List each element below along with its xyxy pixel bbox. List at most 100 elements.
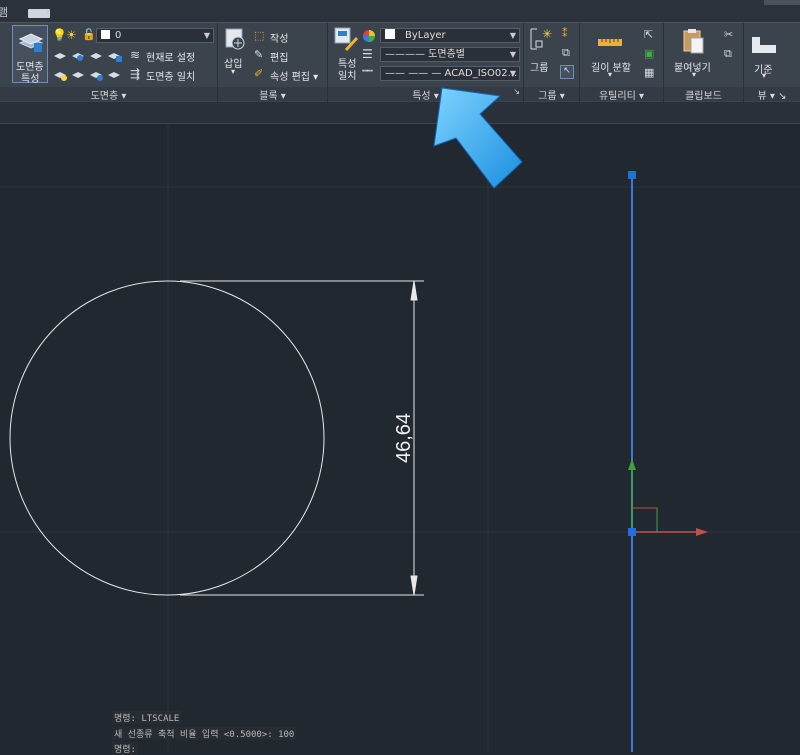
copy-icon[interactable]: ⧉ [724,47,732,61]
sun-icon[interactable]: ☀ [66,28,77,42]
ungroup-icon[interactable]: ⁑ [562,27,568,40]
layer-panel: 도면층 특성 💡 ☀ 🔓 0 ▼ ≋ 현재로 설정 ⇶ 도면층 일치 도면층 ▾ [0,23,218,103]
edit-attributes-text: 속성 편집 [270,72,310,83]
layer-tools-row-1[interactable] [52,47,132,63]
chevron-down-icon: ▾ [692,70,697,79]
annotation-arrow-icon [433,87,523,189]
block-panel-title[interactable]: 블록 ▾ [218,87,327,102]
lineweight-combo-value: ———— 도면층별 [385,49,465,60]
select-all-icon[interactable]: ▣ [644,47,654,60]
layer-color-swatch [101,30,110,39]
group-label: 그룹 [530,63,549,74]
chevron-down-icon: ▼ [509,31,516,40]
color-combo-value: ByLayer [405,30,446,41]
group-selection-icon[interactable]: ↖ [560,65,574,79]
chevron-down-icon: ▼ [509,50,516,59]
layer-panel-title[interactable]: 도면층 ▾ [0,87,217,102]
chevron-down-icon[interactable]: ▾ [46,8,50,17]
layer-combo[interactable]: 0 ▼ [96,28,214,43]
color-swatch [385,29,395,39]
view-panel-title-text: 뷰 [757,91,767,102]
title-strip: 램 ▾ [0,0,800,22]
clipboard-panel-title[interactable]: 클립보드 [664,87,743,102]
chevron-down-icon: ▾ [608,70,613,79]
unlock-icon[interactable]: 🔓 [82,28,96,41]
linetype-combo[interactable]: —— —— — ACAD_ISO02... ▼ [380,66,520,81]
clipboard-panel: 붙여넣기 ▾ ✂ ⧉ 클립보드 [664,23,744,103]
ucs-y-arrow [628,459,636,470]
cut-icon[interactable]: ✂ [724,28,733,41]
chevron-down-icon: ▾ [231,67,236,76]
make-current-icon: ≋ [130,48,141,62]
match-layer-button[interactable]: 도면층 일치 [146,68,195,83]
grip-midpoint[interactable] [628,528,636,536]
edit-block-icon: ✎ [254,48,264,61]
color-wheel-icon [363,30,375,42]
create-block-icon: ⬚ [254,29,265,42]
group-icon: ✳ [530,27,552,50]
clipboard-icon [683,29,704,54]
measure-button[interactable]: 길이 분할 ▾ [584,25,636,83]
dimension-text[interactable]: 46,64 [393,413,415,463]
layer-properties-label-2: 특성 [21,74,40,85]
clipboard-panel-title-text: 클립보드 [685,91,722,102]
edit-block-button[interactable]: 편집 [270,49,288,64]
calculator-icon[interactable]: ▦ [644,66,654,79]
edit-attributes-icon: ✐ [254,67,264,80]
utilities-panel-title-text: 유틸리티 [598,91,636,102]
drawing-canvas[interactable]: 46,64 명령: LTSCALE 새 선종류 축척 비율 입력 <0.5000… [0,124,800,755]
ruler-icon [598,39,622,46]
color-combo[interactable]: ByLayer ▼ [380,28,520,43]
chevron-down-icon: ▼ [509,69,516,78]
linetype-icon: ┅┅ [362,66,373,77]
menu-text-fragment: 램 [0,6,9,19]
lightbulb-icon[interactable]: 💡 [52,28,67,42]
layer-panel-title-text: 도면층 [90,91,119,102]
insert-button[interactable]: 삽입 ▾ [222,25,250,83]
svg-text:✳: ✳ [542,27,552,41]
layer-tools-row-2[interactable] [52,66,132,82]
layer-properties-button[interactable]: 도면층 특성 [12,25,48,85]
file-tab-bar [0,102,800,124]
create-block-button[interactable]: 작성 [270,30,288,45]
arrowhead-bottom [410,575,418,596]
match-properties-button[interactable]: 특성 일치 [332,25,360,83]
ucs-icon [628,459,708,536]
lineweight-icon: ☰ [362,47,373,61]
chevron-down-icon: ▼ [203,31,210,40]
match-layer-icon: ⇶ [130,67,141,81]
utilities-panel: 길이 분할 ▾ ⇱ ▣ ▦ 유틸리티 ▾ [580,23,664,103]
model-space[interactable]: 46,64 [0,124,800,752]
block-panel: 삽입 ▾ ⬚ 작성 ✎ 편집 ✐ 속성 편집 ▾ 블록 ▾ [218,23,328,103]
make-current-button[interactable]: 현재로 설정 [146,49,195,64]
arrowhead-top [410,280,418,301]
group-edit-icon[interactable]: ⧉ [562,46,570,60]
command-prompt-line[interactable]: 명령: [112,742,138,755]
circle-object[interactable] [9,280,325,596]
grip-top[interactable] [628,171,636,179]
command-history-line-2: 새 선종류 축척 비율 입력 <0.5000>: 100 [112,727,297,740]
paste-button[interactable]: 붙여넣기 ▾ [668,25,718,83]
window-edge [764,0,800,5]
chevron-down-icon: ▾ [762,71,767,80]
command-history-line-1: 명령: LTSCALE [112,711,182,724]
view-panel: 기준 ▾ 뷰 ▾ ↘ [744,23,800,103]
linear-dimension[interactable] [180,280,424,596]
edit-attributes-button[interactable]: 속성 편집 ▾ [270,68,318,83]
ucs-x-arrow [696,528,708,536]
linetype-combo-value: —— —— — ACAD_ISO02... [385,68,518,79]
match-properties-label-2: 일치 [338,71,357,82]
utilities-panel-title[interactable]: 유틸리티 ▾ [580,87,663,102]
groups-panel-title-text: 그룹 [538,91,557,102]
insert-block-icon [225,28,245,50]
ribbon: 도면층 특성 💡 ☀ 🔓 0 ▼ ≋ 현재로 설정 ⇶ 도면층 일치 도면층 ▾ [0,22,800,103]
layers-stack-icon [18,33,44,52]
match-properties-icon [334,27,359,52]
quick-select-icon[interactable]: ⇱ [644,28,653,41]
block-panel-title-text: 블록 [259,91,278,102]
lineweight-combo[interactable]: ———— 도면층별 ▼ [380,47,520,62]
group-button[interactable]: ✳ 그룹 [526,25,556,83]
base-view-button[interactable]: 기준 ▾ [746,25,786,83]
view-panel-title[interactable]: 뷰 ▾ ↘ [744,87,800,102]
base-view-icon [752,37,776,53]
